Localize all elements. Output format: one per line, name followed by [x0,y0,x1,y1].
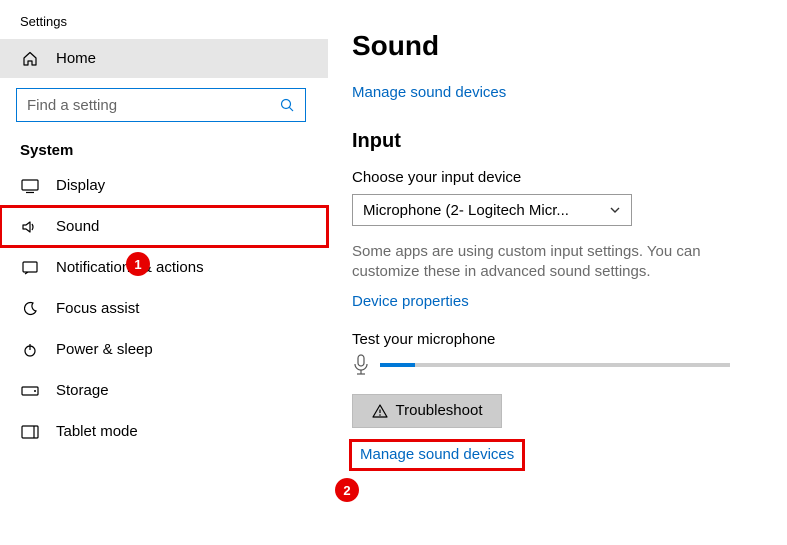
nav-label: Sound [56,218,99,235]
storage-icon [20,384,40,398]
home-icon [20,51,40,67]
nav-label: Storage [56,382,109,399]
manage-sound-devices-link-bottom[interactable]: Manage sound devices [360,446,514,463]
home-nav[interactable]: Home [0,39,328,78]
input-device-value: Microphone (2- Logitech Micr... [363,202,569,219]
mic-level-fill [380,363,415,367]
nav-label: Power & sleep [56,341,153,358]
sidebar-item-tablet-mode[interactable]: Tablet mode [0,411,328,452]
manage-sound-devices-link-top[interactable]: Manage sound devices [352,84,506,101]
window-title: Settings [0,0,328,39]
power-icon [20,342,40,358]
sidebar-item-power-sleep[interactable]: Power & sleep [0,329,328,370]
home-label: Home [56,50,96,67]
choose-input-label: Choose your input device [352,169,787,186]
input-device-select[interactable]: Microphone (2- Logitech Micr... [352,194,632,226]
mic-level-bar [380,363,730,367]
manage-sound-devices-highlight: Manage sound devices [352,442,522,468]
nav-label: Focus assist [56,300,139,317]
chevron-down-icon [609,204,621,216]
device-properties-link[interactable]: Device properties [352,293,469,310]
input-section-title: Input [352,130,787,153]
search-input-container[interactable] [16,88,306,122]
input-helper-text: Some apps are using custom input setting… [352,242,752,283]
microphone-icon [352,354,370,376]
troubleshoot-button[interactable]: Troubleshoot [352,394,502,428]
sidebar-item-notifications[interactable]: Notifications & actions [0,247,328,288]
notifications-icon [20,260,40,276]
nav-label: Tablet mode [56,423,138,440]
search-input[interactable] [27,97,279,114]
sidebar-item-focus-assist[interactable]: Focus assist [0,288,328,329]
nav-label: Display [56,177,105,194]
sidebar-item-display[interactable]: Display [0,165,328,206]
category-title: System [0,132,328,165]
sidebar-item-sound[interactable]: Sound [0,206,328,247]
test-mic-label: Test your microphone [352,331,787,348]
sound-icon [20,219,40,235]
warning-icon [372,403,388,419]
annotation-badge-1: 1 [126,252,150,276]
troubleshoot-label: Troubleshoot [396,402,483,419]
search-icon [279,97,295,113]
sidebar-item-storage[interactable]: Storage [0,370,328,411]
display-icon [20,178,40,194]
page-title: Sound [352,30,787,62]
annotation-badge-2: 2 [335,478,359,502]
sidebar: Settings Home System Display [0,0,328,545]
tablet-icon [20,425,40,439]
moon-icon [20,301,40,317]
main-content: Sound Manage sound devices Input Choose … [328,0,787,545]
